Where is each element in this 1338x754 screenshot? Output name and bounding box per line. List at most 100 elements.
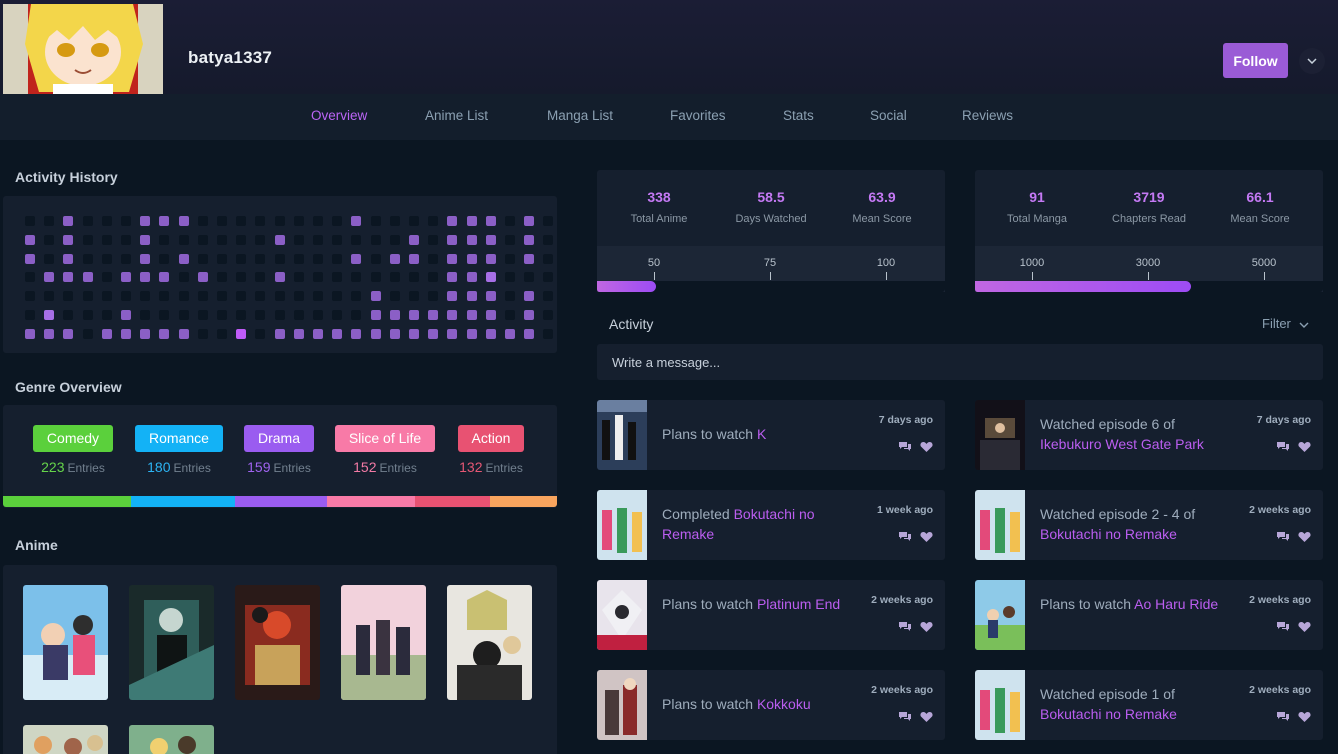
activity-day-cell[interactable] — [370, 216, 381, 226]
message-input[interactable] — [597, 344, 1323, 380]
genre-tag[interactable]: Romance — [135, 425, 223, 452]
activity-day-cell[interactable] — [63, 216, 74, 226]
genre-tag[interactable]: Drama — [243, 425, 314, 452]
activity-day-cell[interactable] — [409, 234, 419, 245]
activity-day-cell[interactable] — [409, 310, 419, 320]
activity-day-cell[interactable] — [370, 310, 381, 320]
activity-media-link[interactable]: Platinum End — [757, 596, 840, 612]
activity-day-cell[interactable] — [121, 328, 131, 339]
anime-cover[interactable] — [341, 585, 426, 700]
activity-day-cell[interactable] — [236, 234, 247, 245]
activity-day-cell[interactable] — [351, 310, 362, 320]
activity-cover-thumbnail[interactable] — [597, 580, 647, 650]
activity-day-cell[interactable] — [370, 291, 381, 302]
anime-cover[interactable] — [23, 585, 108, 700]
activity-cover-thumbnail[interactable] — [597, 670, 647, 740]
activity-day-cell[interactable] — [505, 291, 515, 302]
activity-day-cell[interactable] — [140, 253, 151, 264]
activity-day-cell[interactable] — [178, 310, 189, 320]
activity-day-cell[interactable] — [293, 310, 304, 320]
comments-icon[interactable] — [1276, 441, 1290, 453]
activity-day-cell[interactable] — [293, 253, 304, 264]
activity-day-cell[interactable] — [485, 253, 496, 264]
activity-day-cell[interactable] — [389, 272, 400, 283]
activity-day-cell[interactable] — [313, 234, 323, 245]
activity-day-cell[interactable] — [505, 253, 515, 264]
genre-comedy[interactable]: Comedy 223 Entries — [32, 425, 114, 475]
activity-day-cell[interactable] — [313, 310, 323, 320]
tab-favorites[interactable]: Favorites — [670, 108, 726, 123]
activity-day-cell[interactable] — [274, 328, 285, 339]
activity-day-cell[interactable] — [466, 328, 477, 339]
activity-day-cell[interactable] — [44, 328, 55, 339]
activity-day-cell[interactable] — [351, 272, 362, 283]
activity-day-cell[interactable] — [313, 272, 323, 283]
activity-day-cell[interactable] — [44, 310, 55, 320]
activity-day-cell[interactable] — [389, 291, 400, 302]
activity-day-cell[interactable] — [82, 253, 93, 264]
activity-day-cell[interactable] — [101, 272, 112, 283]
activity-day-cell[interactable] — [140, 328, 151, 339]
activity-day-cell[interactable] — [255, 328, 266, 339]
activity-day-cell[interactable] — [121, 234, 131, 245]
activity-day-cell[interactable] — [524, 272, 535, 283]
activity-day-cell[interactable] — [466, 272, 477, 283]
activity-day-cell[interactable] — [63, 328, 74, 339]
anime-cover[interactable] — [129, 585, 214, 700]
genre-tag[interactable]: Action — [457, 425, 525, 452]
activity-day-cell[interactable] — [159, 234, 170, 245]
activity-day-cell[interactable] — [485, 216, 496, 226]
anime-cover[interactable] — [447, 585, 532, 700]
follow-button[interactable]: Follow — [1223, 43, 1288, 78]
activity-day-cell[interactable] — [140, 234, 151, 245]
activity-day-cell[interactable] — [370, 253, 381, 264]
activity-day-cell[interactable] — [159, 310, 170, 320]
activity-day-cell[interactable] — [197, 291, 208, 302]
activity-day-cell[interactable] — [524, 216, 535, 226]
activity-day-cell[interactable] — [255, 291, 266, 302]
activity-day-cell[interactable] — [313, 216, 323, 226]
activity-day-cell[interactable] — [466, 310, 477, 320]
tab-social[interactable]: Social — [870, 108, 907, 123]
activity-day-cell[interactable] — [101, 328, 112, 339]
activity-day-cell[interactable] — [140, 310, 151, 320]
activity-day-cell[interactable] — [121, 253, 131, 264]
activity-day-cell[interactable] — [351, 216, 362, 226]
activity-day-cell[interactable] — [351, 291, 362, 302]
activity-day-cell[interactable] — [63, 234, 74, 245]
activity-day-cell[interactable] — [524, 328, 535, 339]
activity-media-link[interactable]: Bokutachi no Remake — [1040, 526, 1177, 542]
activity-day-cell[interactable] — [178, 272, 189, 283]
heart-icon[interactable] — [920, 621, 933, 633]
activity-cover-thumbnail[interactable] — [975, 580, 1025, 650]
activity-media-link[interactable]: Ao Haru Ride — [1134, 596, 1218, 612]
tab-anime-list[interactable]: Anime List — [425, 108, 488, 123]
activity-media-link[interactable]: Kokkoku — [757, 696, 811, 712]
activity-day-cell[interactable] — [428, 253, 439, 264]
activity-day-cell[interactable] — [543, 216, 554, 226]
activity-day-cell[interactable] — [485, 291, 496, 302]
activity-day-cell[interactable] — [447, 234, 458, 245]
genre-slice-of-life[interactable]: Slice of Life 152 Entries — [334, 425, 436, 475]
comments-icon[interactable] — [1276, 531, 1290, 543]
activity-day-cell[interactable] — [447, 272, 458, 283]
activity-day-cell[interactable] — [428, 328, 439, 339]
activity-day-cell[interactable] — [217, 272, 227, 283]
tab-reviews[interactable]: Reviews — [962, 108, 1013, 123]
comments-icon[interactable] — [898, 711, 912, 723]
comments-icon[interactable] — [1276, 621, 1290, 633]
activity-day-cell[interactable] — [332, 310, 343, 320]
activity-day-cell[interactable] — [293, 291, 304, 302]
activity-media-link[interactable]: Bokutachi no Remake — [1040, 706, 1177, 722]
genre-romance[interactable]: Romance 180 Entries — [134, 425, 224, 475]
comments-icon[interactable] — [1276, 711, 1290, 723]
activity-day-cell[interactable] — [351, 253, 362, 264]
activity-day-cell[interactable] — [101, 310, 112, 320]
activity-day-cell[interactable] — [485, 328, 496, 339]
activity-day-cell[interactable] — [236, 328, 247, 339]
activity-day-cell[interactable] — [197, 272, 208, 283]
heart-icon[interactable] — [1298, 711, 1311, 723]
activity-cover-thumbnail[interactable] — [975, 670, 1025, 740]
activity-day-cell[interactable] — [63, 272, 74, 283]
activity-day-cell[interactable] — [389, 310, 400, 320]
